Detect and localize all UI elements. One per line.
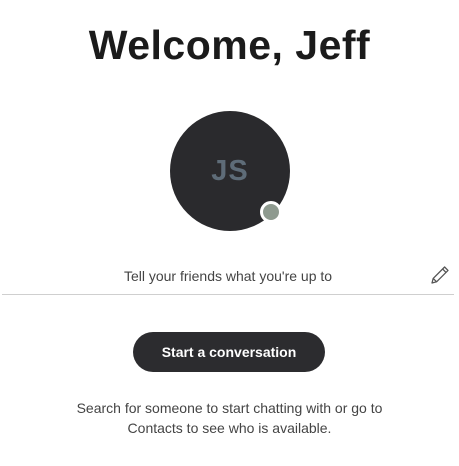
avatar-container: JS [170, 111, 290, 231]
welcome-title: Welcome, Jeff [88, 22, 371, 68]
presence-status-dot [260, 201, 282, 223]
mood-message-input[interactable] [2, 264, 454, 288]
start-conversation-button[interactable]: Start a conversation [133, 332, 325, 372]
welcome-screen: Welcome, Jeff JS Start a conversation Se… [0, 0, 459, 466]
hint-text: Search for someone to start chatting wit… [0, 398, 459, 438]
hint-line-1: Search for someone to start chatting wit… [76, 400, 383, 416]
avatar-initials: JS [211, 154, 249, 187]
hint-line-2: Contacts to see who is available. [127, 420, 332, 436]
pencil-icon[interactable] [428, 263, 452, 287]
mood-message-row [2, 258, 454, 295]
